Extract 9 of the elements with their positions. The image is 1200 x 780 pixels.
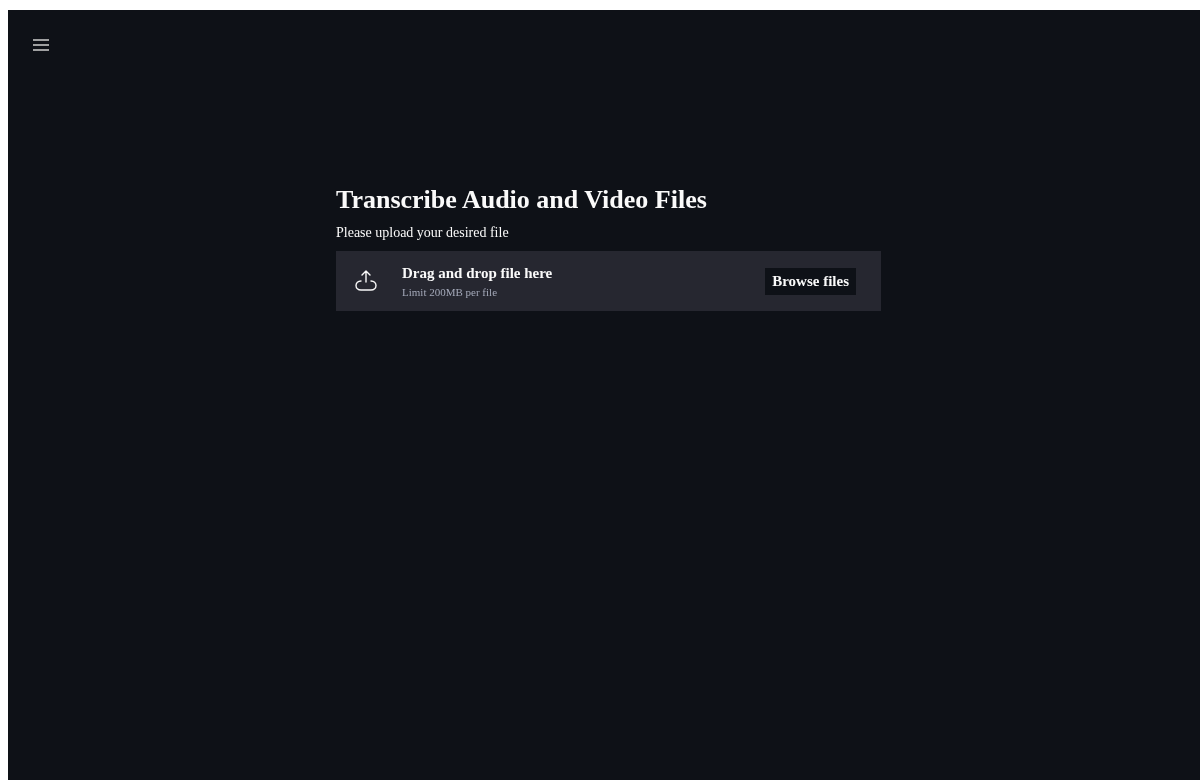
size-limit: Limit 200MB per file — [402, 285, 498, 299]
upload-icon — [354, 269, 378, 293]
menu-button[interactable] — [31, 37, 51, 53]
file-dropzone[interactable]: Drag and drop file here Limit 200MB per file Browse files — [336, 251, 881, 311]
page-title: Transcribe Audio and Video Files — [336, 184, 708, 216]
dropzone-heading: Drag and drop file here — [402, 264, 554, 283]
upload-prompt: Please upload your desired file — [336, 224, 510, 242]
browse-files-button[interactable]: Browse files — [765, 267, 856, 295]
menu-icon — [31, 37, 51, 53]
